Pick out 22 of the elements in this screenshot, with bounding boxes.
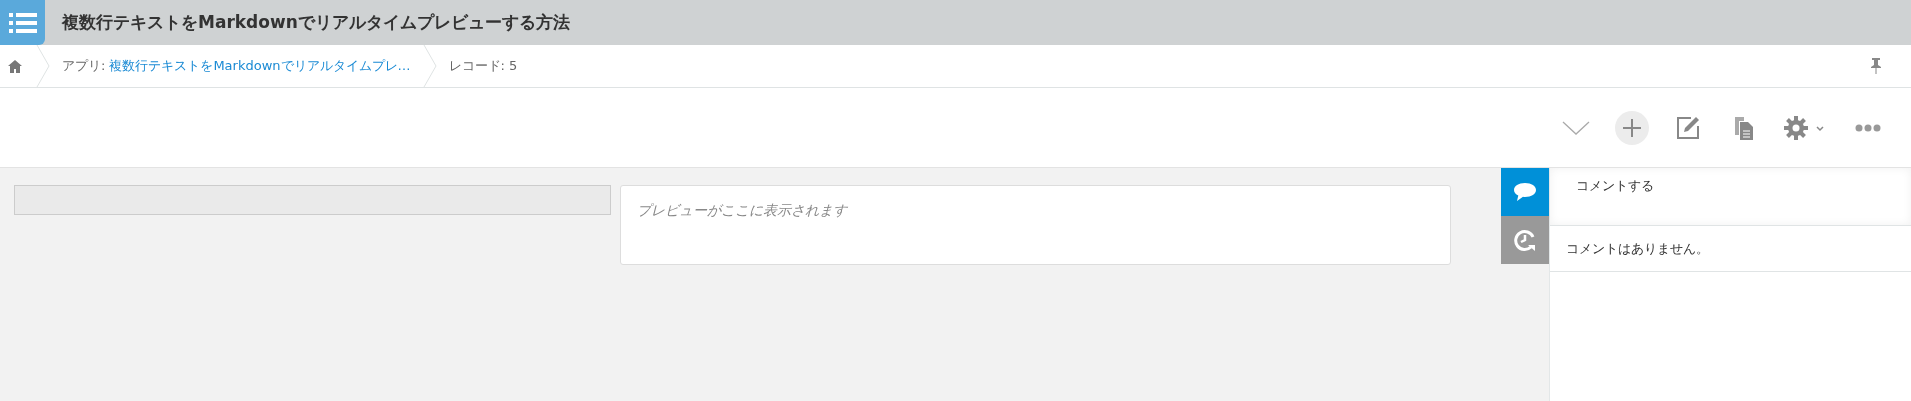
pin-icon[interactable] <box>1871 58 1881 74</box>
sidebar-tab[interactable] <box>1501 216 1549 264</box>
comment-field[interactable]: コメントする <box>1550 168 1911 226</box>
ellipsis-icon <box>1855 123 1881 132</box>
record-breadcrumb: レコード: 5 <box>448 57 518 75</box>
home-icon[interactable] <box>8 59 22 73</box>
speech-bubble-icon <box>1513 182 1537 202</box>
empty-comments-message: コメントはありません。 <box>1566 239 1709 258</box>
app-icon-button[interactable] <box>0 0 45 45</box>
documents-icon <box>1734 115 1754 140</box>
clock-refresh-icon <box>1513 228 1537 252</box>
pencil-square-icon <box>1676 115 1700 140</box>
text-field[interactable] <box>14 185 611 215</box>
app-title: 複数行テキストをMarkdownでリアルタイムプレビューする方法 <box>62 11 570 34</box>
chevron-down-icon <box>1562 119 1590 136</box>
breadcrumb-label: アプリ: <box>62 57 106 75</box>
sidebar-tab[interactable] <box>1501 168 1549 216</box>
list-icon <box>8 11 37 34</box>
add-button[interactable] <box>1615 110 1649 145</box>
plus-icon <box>1623 118 1641 137</box>
preview-box: プレビューがここに表示されます <box>620 185 1451 265</box>
app-link[interactable]: 複数行テキストをMarkdownでリアルタイムプレ… <box>109 57 411 75</box>
